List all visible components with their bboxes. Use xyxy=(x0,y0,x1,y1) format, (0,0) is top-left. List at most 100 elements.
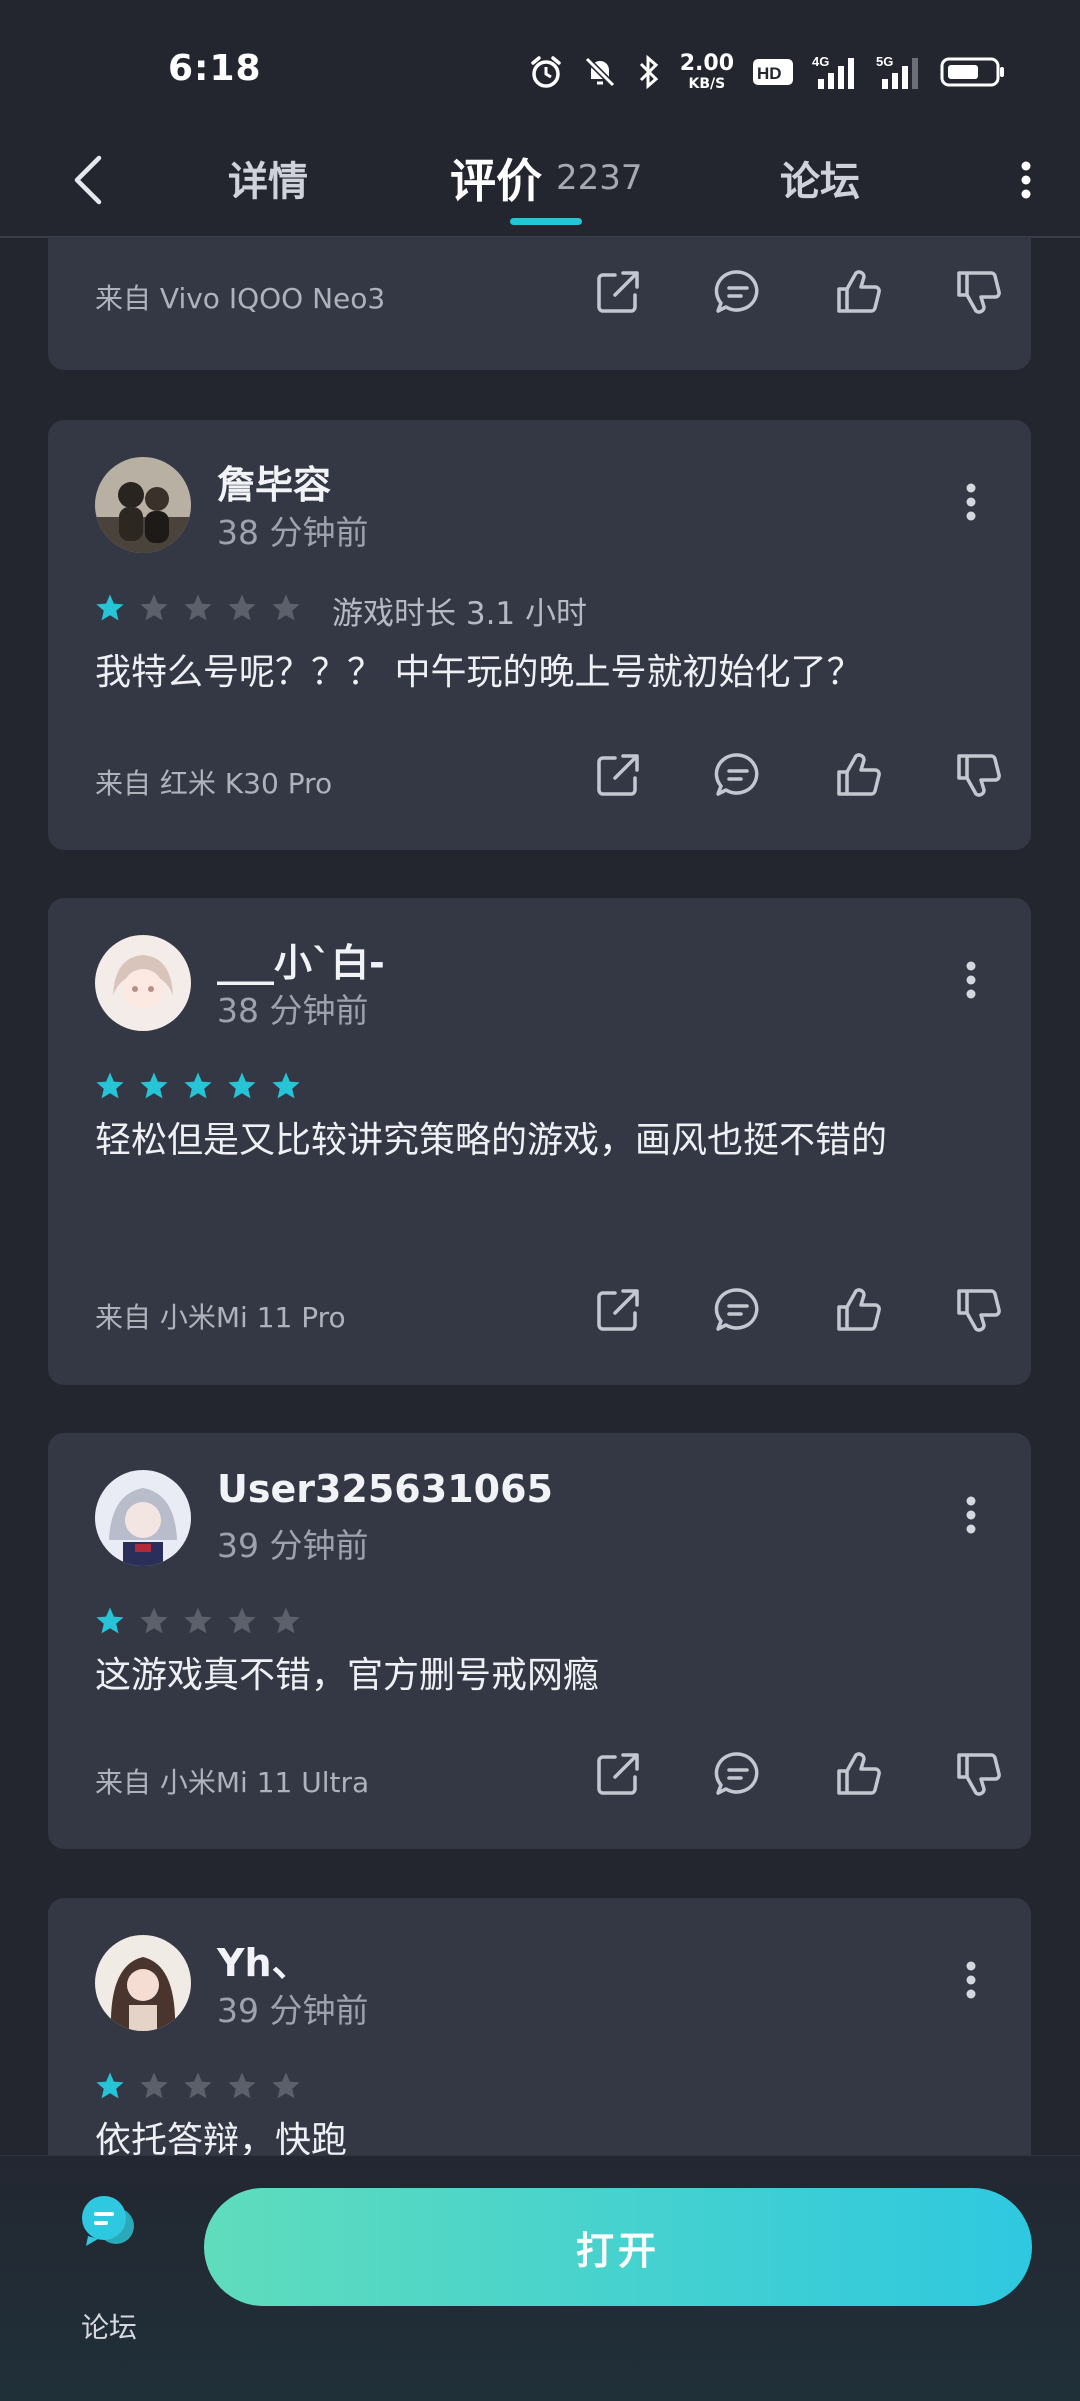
share-button[interactable] xyxy=(558,1739,678,1809)
avatar[interactable] xyxy=(95,1935,191,2031)
review-actions xyxy=(558,257,1038,327)
comment-button[interactable] xyxy=(678,257,798,327)
more-vertical-icon xyxy=(966,1961,976,1999)
comment-button[interactable] xyxy=(678,1275,798,1345)
open-button[interactable]: 打开 xyxy=(204,2188,1032,2306)
more-vertical-icon xyxy=(1021,161,1031,199)
review-card: ___小`白- 38 分钟前 轻松但是又比较讲究策略的游戏，画风也挺不错的 来自… xyxy=(48,898,1031,1385)
network-speed: 2.00 KB/S xyxy=(679,51,734,92)
status-bar: 6:18 2.00 KB/S HD 4G 5G xyxy=(0,0,1080,130)
review-actions xyxy=(558,1739,1038,1809)
device-label: 来自 小米Mi 11 Ultra xyxy=(95,1766,370,1799)
rating-stars xyxy=(95,2071,301,2101)
dislike-button[interactable] xyxy=(918,740,1038,810)
review-text: 这游戏真不错，官方删号戒网瘾 xyxy=(95,1655,600,1696)
comment-icon xyxy=(714,753,759,796)
username[interactable]: ___小`白- xyxy=(217,932,385,987)
rating-stars xyxy=(95,1071,301,1101)
playtime: 游戏时长 3.1 小时 xyxy=(332,596,588,632)
review-more-button[interactable] xyxy=(947,1950,995,2010)
thumbs-down-icon xyxy=(957,1289,1001,1332)
back-arrow-icon xyxy=(74,155,102,205)
like-button[interactable] xyxy=(798,1739,918,1809)
comment-button[interactable] xyxy=(678,740,798,810)
review-time: 38 分钟前 xyxy=(217,513,369,552)
comment-icon xyxy=(714,270,759,313)
comment-button[interactable] xyxy=(678,1739,798,1809)
share-button[interactable] xyxy=(558,257,678,327)
back-button[interactable] xyxy=(56,140,120,220)
more-vertical-icon xyxy=(966,1496,976,1534)
alarm-icon xyxy=(530,56,561,88)
star-empty-icon xyxy=(228,2072,256,2099)
star-empty-icon xyxy=(140,2072,168,2099)
star-empty-icon xyxy=(184,594,212,621)
star-filled-icon xyxy=(96,1072,124,1099)
username[interactable]: User325631065 xyxy=(217,1467,553,1511)
dislike-button[interactable] xyxy=(918,257,1038,327)
avatar[interactable] xyxy=(95,935,191,1031)
active-tab-indicator xyxy=(510,218,582,225)
review-time: 39 分钟前 xyxy=(217,1526,369,1565)
thumbs-down-icon xyxy=(957,754,1001,797)
like-button[interactable] xyxy=(798,1275,918,1345)
svg-text:5G: 5G xyxy=(876,54,893,69)
like-button[interactable] xyxy=(798,740,918,810)
rating-stars xyxy=(95,1606,301,1636)
hd-icon: HD xyxy=(753,59,793,85)
review-count: 2237 xyxy=(556,158,643,198)
star-empty-icon xyxy=(184,1607,212,1634)
avatar[interactable] xyxy=(95,1470,191,1566)
tab-forum[interactable]: 论坛 xyxy=(780,120,860,236)
avatar[interactable] xyxy=(95,457,191,553)
dislike-button[interactable] xyxy=(918,1275,1038,1345)
thumbs-down-icon xyxy=(957,1753,1001,1796)
star-filled-icon xyxy=(272,1072,300,1099)
thumbs-up-icon xyxy=(837,1288,881,1331)
review-text: 轻松但是又比较讲究策略的游戏，画风也挺不错的 xyxy=(95,1120,888,1161)
review-more-button[interactable] xyxy=(947,950,995,1010)
signal-5g-icon: 5G xyxy=(876,54,918,89)
username[interactable]: Yh、 xyxy=(217,1932,310,1987)
comment-icon xyxy=(714,1288,759,1331)
review-text: 依托答辩，快跑 xyxy=(95,2120,348,2155)
share-button[interactable] xyxy=(558,1275,678,1345)
more-vertical-icon xyxy=(966,483,976,521)
star-empty-icon xyxy=(272,1607,300,1634)
review-time: 38 分钟前 xyxy=(217,991,369,1030)
star-empty-icon xyxy=(228,1607,256,1634)
star-filled-icon xyxy=(140,1072,168,1099)
device-label: 来自 Vivo IQOO Neo3 xyxy=(95,282,386,315)
review-time: 39 分钟前 xyxy=(217,1991,369,2030)
thumbs-down-icon xyxy=(957,271,1001,314)
svg-text:HD: HD xyxy=(757,64,782,83)
forum-button[interactable]: 论坛 xyxy=(58,2194,160,2344)
review-feed[interactable]: 来自 Vivo IQOO Neo3 詹毕容 38 分钟前 游戏时长 3.1 小时… xyxy=(0,237,1080,2155)
review-actions xyxy=(558,740,1038,810)
status-time: 6:18 xyxy=(168,48,262,89)
more-options-button[interactable] xyxy=(996,140,1056,220)
share-icon xyxy=(597,754,639,796)
device-label: 来自 小米Mi 11 Pro xyxy=(95,1301,346,1334)
like-button[interactable] xyxy=(798,257,918,327)
review-card: 詹毕容 38 分钟前 游戏时长 3.1 小时 我特么号呢？？？ 中午玩的晚上号就… xyxy=(48,420,1031,850)
star-empty-icon xyxy=(272,2072,300,2099)
review-more-button[interactable] xyxy=(947,1485,995,1545)
review-more-button[interactable] xyxy=(947,472,995,532)
rating-stars xyxy=(95,593,301,623)
star-filled-icon xyxy=(228,1072,256,1099)
bluetooth-icon xyxy=(639,54,658,90)
star-filled-icon xyxy=(184,1072,212,1099)
device-label: 来自 红米 K30 Pro xyxy=(95,767,333,800)
star-empty-icon xyxy=(140,1607,168,1634)
share-button[interactable] xyxy=(558,740,678,810)
dislike-button[interactable] xyxy=(918,1739,1038,1809)
share-icon xyxy=(597,1289,639,1331)
thumbs-up-icon xyxy=(837,753,881,796)
tab-details[interactable]: 详情 xyxy=(228,120,308,236)
mute-icon xyxy=(584,56,615,88)
username[interactable]: 詹毕容 xyxy=(217,454,331,509)
bottom-bar: 论坛 打开 xyxy=(0,2155,1080,2401)
thumbs-up-icon xyxy=(837,1752,881,1795)
share-icon xyxy=(597,271,639,313)
